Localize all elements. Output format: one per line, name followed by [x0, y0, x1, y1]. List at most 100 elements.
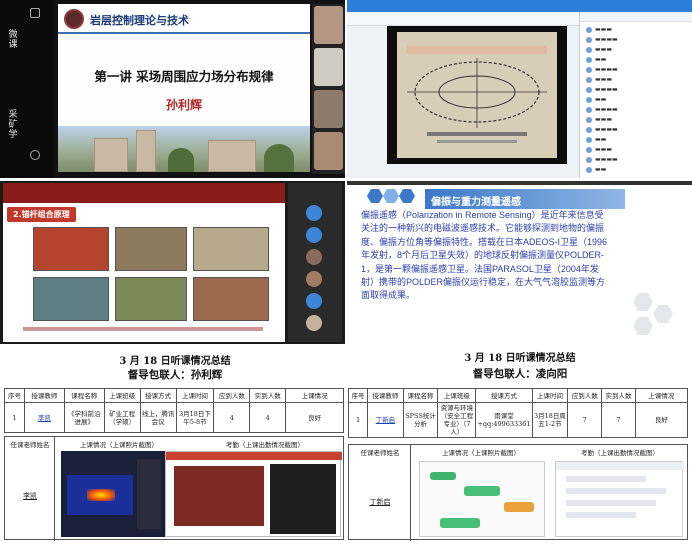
top-edge — [347, 181, 692, 185]
col-header: 实到人数 — [249, 388, 287, 403]
member-item[interactable]: ▬▬▬ — [586, 116, 612, 123]
col-header: 课程名称 — [63, 388, 105, 403]
participant-strip — [288, 183, 342, 342]
shared-screen — [387, 26, 567, 164]
participant-avatar — [306, 205, 322, 221]
hexagon-icon — [367, 189, 383, 203]
member-item[interactable]: ▬▬▬▬ — [586, 86, 618, 93]
teacher-name-cell: 李凯 — [23, 492, 37, 500]
col-header: 上课班级 — [437, 388, 477, 403]
slide-header: 岩层控制理论与技术 — [58, 4, 310, 34]
slide-title: 偏振与重力测量遥感 — [425, 189, 625, 209]
cell: 资源与环境（安全工程专业）（7人） — [437, 402, 477, 438]
vertical-label-a: 微课 — [8, 30, 18, 50]
cell: 4 — [249, 402, 287, 433]
attendance-screenshot — [165, 451, 342, 537]
member-item[interactable]: ▬▬▬▬ — [586, 126, 618, 133]
col-header: 上课情况 — [634, 388, 689, 403]
bottom-header: 上课情况（上课照片截图） — [80, 441, 158, 449]
col-header: 序号 — [347, 388, 369, 403]
heatmap-figure — [67, 475, 133, 515]
phone-side-bar: 微课 采矿学 — [0, 0, 54, 178]
report-contact-left: 督导包联人：孙利辉 — [127, 369, 223, 381]
lab-photo — [115, 227, 187, 271]
member-item[interactable]: ▬▬▬ — [586, 46, 612, 53]
col-header: 应到人数 — [213, 388, 251, 403]
lecture-screenshot-3: 2.锚杆组合原理 — [0, 181, 345, 344]
university-logo — [64, 9, 84, 29]
video-strip — [137, 459, 161, 529]
cell: 丁新启 — [367, 402, 404, 438]
bottom-header: 任课老师姓名 — [360, 449, 400, 457]
member-item[interactable]: ▬▬▬▬ — [586, 36, 618, 43]
col-header: 授课方式 — [475, 388, 533, 403]
cell: 7 — [567, 402, 603, 438]
lab-photo — [193, 277, 269, 321]
cell: SPSS统计分析 — [402, 402, 439, 438]
square-icon — [30, 8, 40, 18]
col-header: 授课教师 — [367, 388, 404, 403]
section-tag: 2.锚杆组合原理 — [7, 207, 76, 222]
member-item[interactable]: ▬▬ — [586, 96, 606, 103]
member-item[interactable]: ▬▬ — [586, 136, 606, 143]
class-screenshot — [61, 451, 165, 537]
student-camera — [314, 90, 343, 128]
participant-avatar — [306, 315, 322, 331]
caption-line — [23, 327, 263, 331]
lecture-screenshot-1: 微课 采矿学 岩层控制理论与技术 第一讲 采场周围应力场分布规律 孙利辉 — [0, 0, 345, 178]
member-item[interactable]: ▬▬▬▬ — [586, 66, 618, 73]
col-header: 授课方式 — [139, 388, 177, 403]
scanned-figure — [397, 32, 557, 158]
qq-title-bar — [347, 0, 692, 12]
member-item[interactable]: ▬▬▬ — [586, 146, 612, 153]
course-title: 岩层控制理论与技术 — [90, 14, 189, 27]
col-header: 上课时间 — [531, 388, 569, 403]
participant-avatar — [306, 271, 322, 287]
col-header: 授课教师 — [23, 388, 65, 403]
student-camera-strip — [312, 4, 345, 174]
report-table-right: 序号 授课教师 课程名称 上课班级 授课方式 上课时间 应到人数 实到人数 上课… — [347, 388, 689, 438]
member-item[interactable]: ▬▬▬▬ — [586, 156, 618, 163]
member-item[interactable]: ▬▬ — [586, 56, 606, 63]
hexagon-decoration — [653, 305, 673, 323]
slide: 岩层控制理论与技术 第一讲 采场周围应力场分布规律 孙利辉 — [58, 4, 310, 172]
member-item[interactable]: ▬▬▬ — [586, 76, 612, 83]
participant-avatar — [306, 227, 322, 243]
report-bottom-left: 任课老师姓名 上课情况（上课照片截图） 考勤（上课出勤情况截图） 李凯 — [4, 436, 344, 541]
circle-icon — [30, 150, 40, 160]
slide-body: 偏振遥感（Polarization in Remote Sensing）是近年来… — [361, 210, 608, 301]
class-screenshot — [419, 461, 545, 537]
student-camera — [314, 48, 343, 86]
bottom-header: 考勤（上课出勤情况截图） — [581, 449, 659, 457]
member-item[interactable]: ▬▬▬ — [586, 26, 612, 33]
member-list[interactable]: ▬▬▬ ▬▬▬▬ ▬▬▬ ▬▬ ▬▬▬▬ ▬▬▬ ▬▬▬▬ ▬▬ ▬▬▬▬ ▬▬… — [579, 12, 692, 178]
lecture-screenshot-4: 偏振与重力测量遥感 偏振遥感（Polarization in Remote Se… — [347, 181, 692, 344]
cell: 雨课堂+qq:499633361 — [475, 402, 533, 438]
member-item[interactable]: ▬▬▬▬ — [586, 106, 618, 113]
lab-photo — [115, 277, 187, 321]
name-column — [349, 445, 411, 541]
report-bottom-right: 任课老师姓名 上课情况（上课照片截图） 考勤（上课出勤情况截图） 丁新启 — [348, 444, 688, 541]
student-camera — [314, 6, 343, 44]
member-list-header — [580, 12, 692, 22]
cell: 良好 — [285, 402, 344, 433]
attendance-screenshot — [555, 461, 684, 537]
campus-photo — [58, 126, 310, 172]
cell: 3月18日下午5-8节 — [175, 402, 215, 433]
cell: 1 — [347, 402, 369, 438]
lecture-screenshot-2: ▬▬▬ ▬▬▬▬ ▬▬▬ ▬▬ ▬▬▬▬ ▬▬▬ ▬▬▬▬ ▬▬ ▬▬▬▬ ▬▬… — [347, 0, 692, 178]
toolbar — [347, 12, 579, 26]
col-header: 应到人数 — [567, 388, 603, 403]
participant-avatar — [306, 293, 322, 309]
member-item[interactable]: ▬▬ — [586, 166, 606, 173]
cell: 4 — [213, 402, 251, 433]
participant-avatar — [306, 249, 322, 265]
slide-banner — [3, 183, 285, 203]
lab-photo — [193, 227, 269, 271]
hexagon-decoration — [633, 317, 653, 335]
hexagon-decoration — [633, 293, 653, 311]
report-title-left: 3 月 18 日听课情况总结 — [119, 356, 231, 367]
stress-diagram — [407, 46, 547, 143]
cell: 李凯 — [23, 402, 65, 433]
slide: 2.锚杆组合原理 — [3, 183, 285, 342]
